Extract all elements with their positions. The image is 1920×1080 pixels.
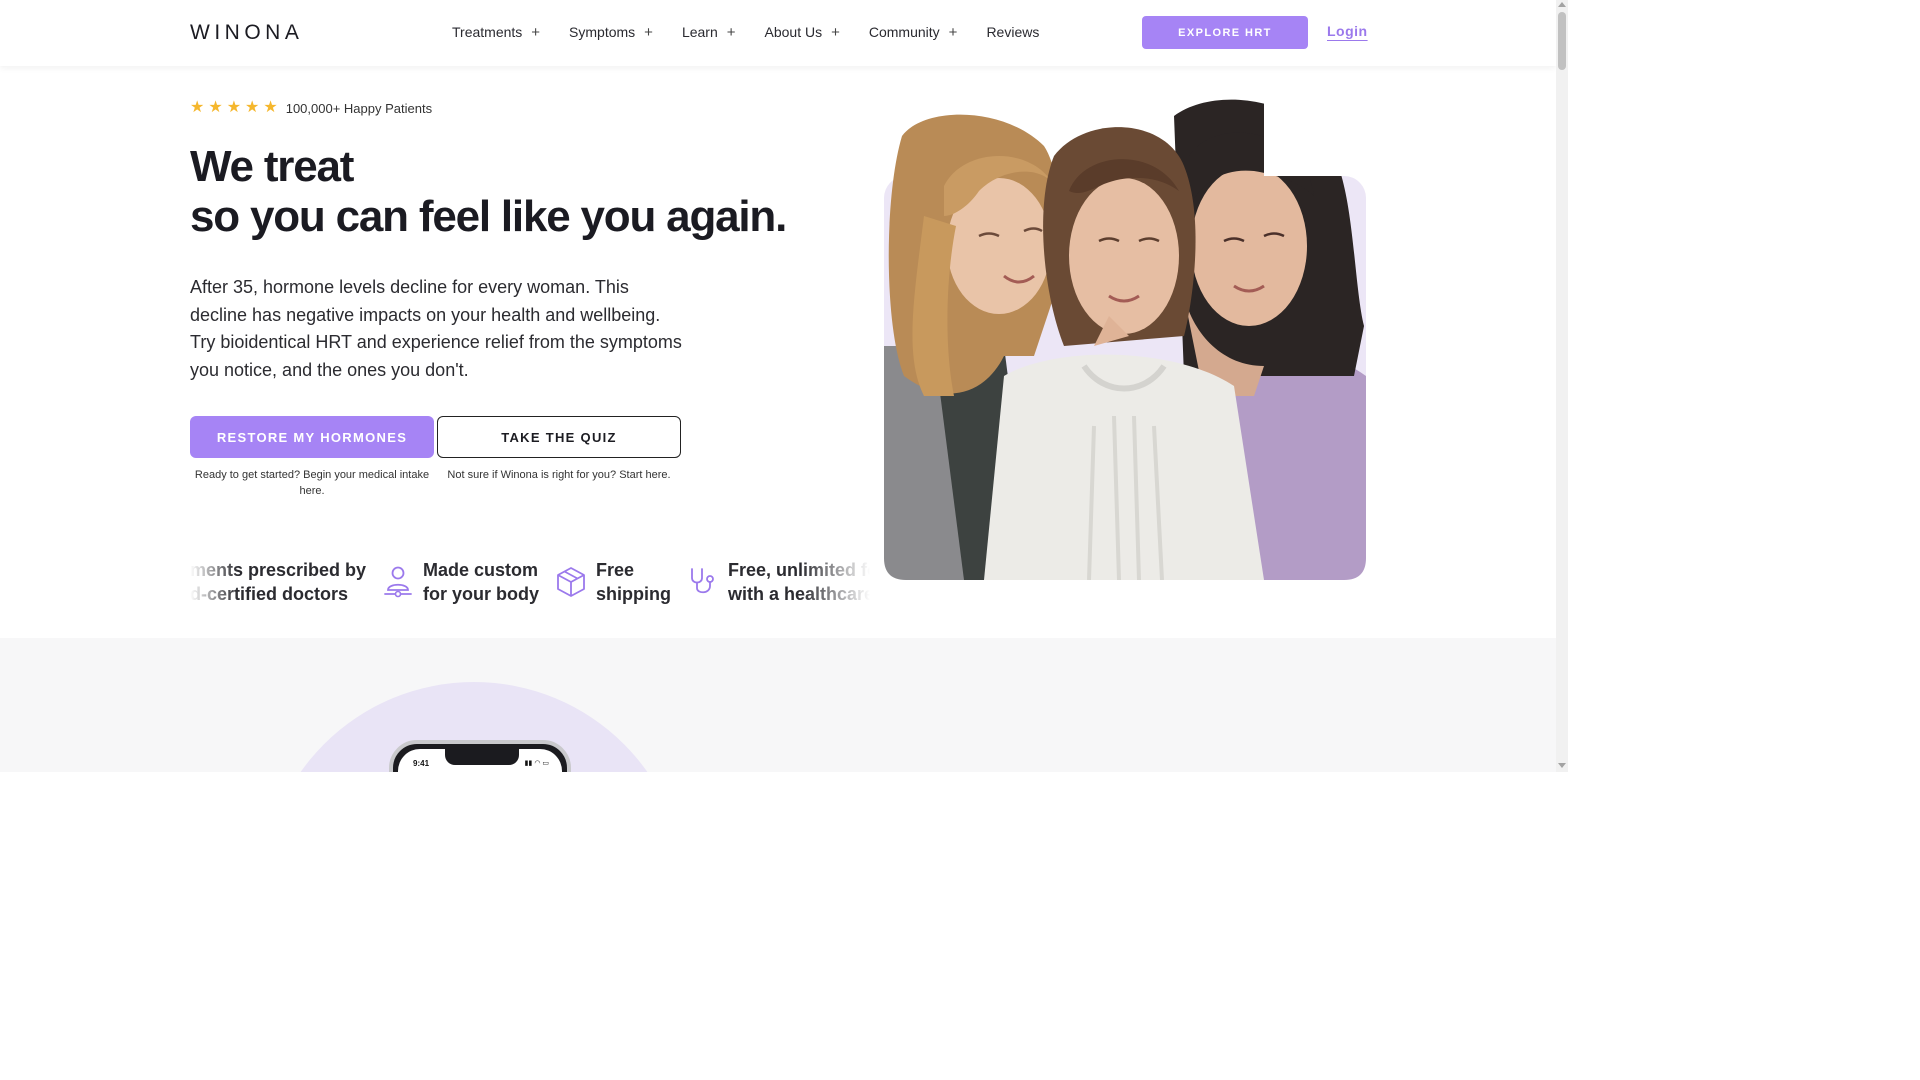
feature-item-custom: Made custom for your body	[423, 558, 539, 606]
person-icon	[384, 566, 412, 598]
feature-line-1: Made custom	[423, 560, 539, 580]
hero-headline: We treat so you can feel like you again.	[190, 142, 787, 242]
vertical-scrollbar[interactable]	[1556, 0, 1568, 772]
nav-label: Treatments	[452, 24, 523, 40]
rating-text: 100,000+ Happy Patients	[285, 100, 433, 116]
blank-area	[0, 772, 1568, 882]
phone-time: 9:41	[413, 759, 430, 768]
winona-logo[interactable]: WINONA	[190, 22, 312, 42]
rating: ★ ★ ★ ★ ★ 100,000+ Happy Patients	[190, 98, 432, 118]
nav-label: Learn	[681, 24, 718, 40]
headline-line-2: so you can feel like you again.	[190, 192, 787, 241]
explore-hrt-button[interactable]: EXPLORE HRT	[1142, 16, 1308, 49]
feature-line-2: shipping	[596, 584, 671, 604]
primary-caption: Ready to get started? Begin your medical…	[194, 469, 430, 497]
features-track: ments prescribed by d-certified doctors …	[190, 556, 870, 608]
main-nav: Treatments + Symptoms + Learn + About Us…	[452, 22, 1068, 42]
phone-mockup: 9:41 ▮▮ ◠ ▭	[389, 740, 571, 772]
plus-icon: +	[726, 23, 736, 41]
feature-line-2: for your body	[423, 584, 539, 604]
feature-item-shipping: Free shipping	[596, 558, 671, 606]
nav-label: Reviews	[986, 24, 1040, 40]
phone-notch	[445, 749, 519, 765]
restore-my-hormones-button[interactable]: RESTORE MY HORMONES	[190, 416, 434, 458]
nav-label: Community	[868, 24, 940, 40]
nav-item-learn[interactable]: Learn +	[682, 22, 736, 42]
nav-item-about-us[interactable]: About Us +	[765, 22, 840, 42]
plus-icon: +	[531, 23, 541, 41]
scroll-up-arrow-icon[interactable]	[1558, 2, 1566, 7]
site-header: WINONA Treatments + Symptoms + Learn + A…	[0, 0, 1556, 66]
phone-screen: 9:41 ▮▮ ◠ ▭	[398, 749, 562, 772]
star-icon: ★	[208, 99, 223, 116]
plus-icon: +	[644, 23, 653, 41]
nav-label: About Us	[764, 24, 823, 40]
headline-line-1: We treat	[190, 142, 354, 191]
page-viewport: WINONA Treatments + Symptoms + Learn + A…	[0, 0, 1556, 772]
signal-wifi-battery-icon: ▮▮ ◠ ▭	[524, 760, 549, 767]
star-icon: ★	[226, 99, 242, 116]
plus-icon: +	[948, 23, 958, 41]
nav-item-symptoms[interactable]: Symptoms +	[569, 22, 653, 42]
scrollbar-thumb[interactable]	[1558, 12, 1566, 70]
app-section: 9:41 ▮▮ ◠ ▭	[0, 638, 1556, 772]
fade-right	[800, 556, 870, 608]
plus-icon: +	[831, 23, 840, 41]
box-icon	[557, 567, 585, 597]
star-icon: ★	[190, 99, 205, 116]
login-link[interactable]: Login	[1327, 23, 1368, 39]
feature-line-1: Free	[596, 560, 635, 580]
take-the-quiz-button[interactable]: TAKE THE QUIZ	[437, 416, 681, 458]
nav-item-community[interactable]: Community +	[869, 22, 958, 42]
fade-left	[190, 556, 238, 608]
nav-label: Symptoms	[569, 24, 636, 40]
stethoscope-icon	[691, 568, 714, 594]
secondary-caption: Not sure if Winona is right for you? Sta…	[447, 469, 671, 481]
features-carousel: ments prescribed by d-certified doctors …	[190, 556, 870, 608]
nav-item-treatments[interactable]: Treatments +	[452, 22, 540, 42]
scroll-down-arrow-icon[interactable]	[1558, 763, 1566, 768]
nav-item-reviews[interactable]: Reviews	[986, 22, 1039, 42]
svg-text:WINONA: WINONA	[190, 22, 303, 42]
star-icon: ★	[245, 99, 260, 116]
star-icon: ★	[263, 99, 278, 116]
hero-intro: After 35, hormone levels decline for eve…	[190, 277, 682, 380]
hero-image-three-women	[884, 99, 1366, 580]
